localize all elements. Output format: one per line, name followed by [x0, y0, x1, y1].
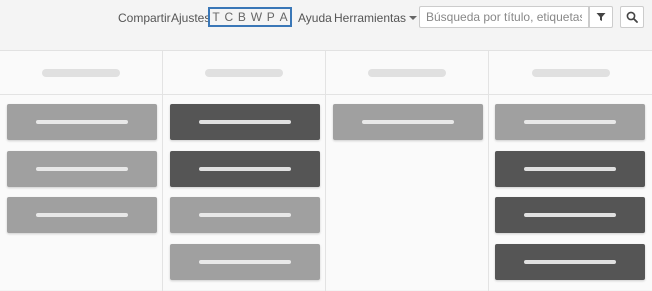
letter-t[interactable]: T [212, 10, 219, 24]
letter-w[interactable]: W [251, 10, 262, 24]
letter-c[interactable]: C [224, 10, 233, 24]
card-title-placeholder [524, 213, 616, 217]
top-toolbar: Compartir Ajustes T C B W P A Ayuda Herr… [0, 0, 652, 50]
board-card[interactable] [170, 197, 320, 233]
board-card[interactable] [7, 197, 157, 233]
card-title-placeholder [36, 213, 128, 217]
filter-button[interactable] [589, 6, 613, 28]
share-link[interactable]: Compartir [118, 11, 171, 25]
card-title-placeholder [199, 120, 291, 124]
board-column [326, 51, 489, 291]
card-title-placeholder [199, 213, 291, 217]
board-card[interactable] [170, 244, 320, 280]
column-title-placeholder [205, 69, 283, 77]
column-header [163, 51, 325, 95]
search-input[interactable] [419, 6, 589, 28]
kanban-board [0, 50, 652, 291]
tools-menu[interactable]: Herramientas [334, 11, 418, 25]
card-title-placeholder [524, 167, 616, 171]
board-card[interactable] [7, 151, 157, 187]
filter-icon [596, 13, 606, 21]
board-card[interactable] [170, 104, 320, 140]
settings-link[interactable]: Ajustes [171, 11, 210, 25]
board-card[interactable] [495, 244, 645, 280]
column-title-placeholder [531, 69, 610, 77]
board-card[interactable] [495, 151, 645, 187]
card-title-placeholder [199, 167, 291, 171]
help-link[interactable]: Ayuda [298, 11, 332, 25]
column-header [326, 51, 488, 95]
letter-p[interactable]: P [267, 10, 275, 24]
letter-a[interactable]: A [280, 10, 288, 24]
card-title-placeholder [36, 167, 128, 171]
board-card[interactable] [495, 104, 645, 140]
letter-filter-group: T C B W P A [208, 7, 292, 27]
card-title-placeholder [524, 260, 616, 264]
column-title-placeholder [42, 69, 120, 77]
column-header [0, 51, 162, 95]
board-card[interactable] [495, 197, 645, 233]
card-title-placeholder [524, 120, 616, 124]
tools-menu-label: Herramientas [334, 11, 407, 25]
card-title-placeholder [199, 260, 291, 264]
search-button[interactable] [620, 6, 644, 28]
column-title-placeholder [368, 69, 446, 77]
search-icon [626, 11, 638, 23]
board-card[interactable] [333, 104, 483, 140]
card-title-placeholder [36, 120, 128, 124]
board-card[interactable] [170, 151, 320, 187]
board-card[interactable] [7, 104, 157, 140]
card-title-placeholder [362, 120, 454, 124]
letter-b[interactable]: B [238, 10, 246, 24]
column-header [489, 51, 652, 95]
caret-down-icon [409, 16, 418, 20]
